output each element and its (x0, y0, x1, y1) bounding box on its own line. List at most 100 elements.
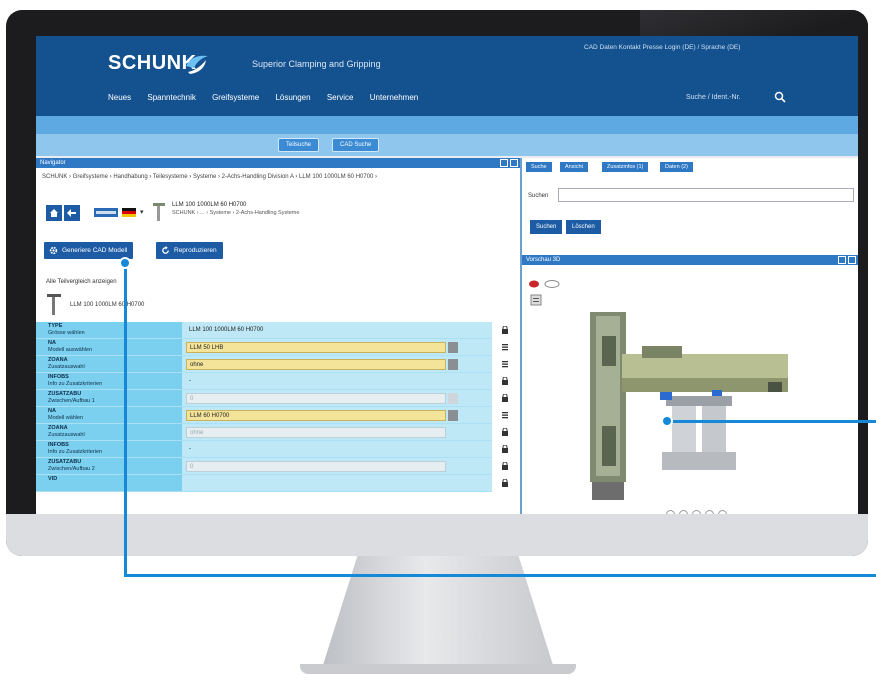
lock-icon (502, 479, 508, 487)
table-row: ZOANA Zusatzauswahl ohne (36, 356, 520, 373)
lock-icon (502, 394, 508, 402)
gear-icon (49, 246, 58, 255)
chevron-down-icon[interactable]: ▾ (140, 208, 144, 216)
nav-item[interactable]: Unternehmen (370, 93, 418, 102)
callout-line (124, 263, 127, 577)
row-value: - (189, 378, 191, 384)
page-dot[interactable] (666, 510, 675, 514)
tab-additional-info[interactable]: Zusatzinfos (1) (602, 162, 649, 172)
table-row: ZUSATZABU Zwischen/Aufbau 1 0 (36, 390, 520, 407)
minimize-icon[interactable] (838, 256, 846, 264)
model-select[interactable]: LLM 60 H0700 (186, 410, 446, 421)
lock-icon (502, 377, 508, 385)
page-dot[interactable] (679, 510, 688, 514)
screen: SCHUNK Superior Clamping and Gripping CA… (36, 36, 858, 514)
dropdown-arrow-icon[interactable] (448, 410, 458, 421)
row-subkey: Zwischen/Aufbau 2 (48, 466, 95, 472)
page-dot[interactable] (705, 510, 714, 514)
minimize-icon[interactable] (500, 159, 508, 167)
product-path[interactable]: SCHUNK › ... › Systeme › 2-Achs-Handling… (172, 210, 299, 216)
subnav-button-cad[interactable]: CAD Suche (332, 138, 380, 152)
nav-item[interactable]: Lösungen (275, 93, 310, 102)
row-subkey: Info zu Zusatzkriterien (48, 449, 103, 455)
breadcrumb[interactable]: SCHUNK › Greifsysteme › Handhabung › Tei… (42, 174, 377, 180)
model-select[interactable]: LLM 50 LHB (186, 342, 446, 353)
navigator-panel-header: Navigator (36, 158, 520, 168)
row-key: ZOANA (48, 425, 68, 431)
part-search-input[interactable] (558, 188, 854, 202)
monitor-stand-base (300, 664, 576, 674)
page-dot[interactable] (718, 510, 727, 514)
search-input[interactable]: Suche / Ident.-Nr. (686, 94, 740, 101)
row-key: NA (48, 408, 56, 414)
subnav-band (36, 134, 858, 156)
nav-item[interactable]: Neues (108, 93, 131, 102)
row-subkey: Modell auswählen (48, 347, 93, 353)
list-icon[interactable] (502, 411, 508, 419)
lock-icon (502, 428, 508, 436)
lock-icon (502, 445, 508, 453)
maximize-icon[interactable] (848, 256, 856, 264)
show-parts-link[interactable]: Alle Teilvergleich anzeigen (46, 279, 117, 285)
language-select-icon[interactable] (94, 208, 118, 217)
lock-icon (502, 326, 508, 334)
reproduce-label: Reproduzieren (174, 247, 217, 254)
row-value: 0 (186, 461, 446, 472)
monitor-stand (322, 556, 554, 668)
search-button[interactable]: Suchen (530, 220, 563, 234)
monitor-chin (6, 514, 868, 556)
part-thumbnail-icon (47, 294, 61, 315)
viewer-toolbar-icon[interactable] (528, 279, 562, 289)
table-row: INFOBS Info zu Zusatzkriterien - (36, 441, 520, 458)
search-label: Suchen (528, 193, 549, 199)
arrow-left-icon (67, 209, 76, 217)
list-icon[interactable] (502, 360, 508, 368)
row-subkey: Modell wählen (48, 415, 84, 421)
callout-line (124, 574, 876, 577)
viewer-settings-icon[interactable] (530, 294, 542, 306)
nav-item[interactable]: Service (327, 93, 354, 102)
row-key: ZUSATZABU (48, 391, 82, 397)
tab-data[interactable]: Daten (2) (660, 162, 693, 172)
tab-view[interactable]: Ansicht (560, 162, 589, 172)
row-subkey: Zusatzauswahl (48, 364, 85, 370)
dropdown-arrow-icon[interactable] (448, 342, 458, 353)
part-label: LLM 100 1000LM 60 H0700 (70, 302, 145, 308)
table-row: ZUSATZABU Zwischen/Aufbau 2 0 (36, 458, 520, 475)
tab-search[interactable]: Suche (526, 162, 552, 172)
maximize-icon[interactable] (510, 159, 518, 167)
list-icon[interactable] (502, 343, 508, 351)
table-row: NA Modell auswählen LLM 50 LHB (36, 339, 520, 356)
reset-button[interactable]: Löschen (566, 220, 601, 234)
row-value: ohne (186, 427, 446, 438)
subnav-button-parts[interactable]: Teilsuche (278, 138, 320, 152)
row-subkey: Zusatzauswahl (48, 432, 85, 438)
home-button[interactable] (46, 205, 62, 221)
row-key: ZOANA (48, 357, 68, 363)
option-select[interactable]: ohne (186, 359, 446, 370)
row-subkey: Info zu Zusatzkriterien (48, 381, 103, 387)
row-subkey: Zwischen/Aufbau 1 (48, 398, 95, 404)
generate-cad-button[interactable]: Generiere CAD Modell (44, 242, 134, 259)
row-key: INFOBS (48, 442, 69, 448)
product-thumbnail-icon (153, 203, 165, 221)
flag-germany-icon[interactable] (122, 208, 136, 217)
table-row: INFOBS Info zu Zusatzkriterien - (36, 373, 520, 390)
search-icon[interactable] (774, 91, 786, 103)
nav-item[interactable]: Spanntechnik (147, 93, 195, 102)
main-nav: Neues Spanntechnik Greifsysteme Lösungen… (108, 93, 432, 102)
row-key: ZUSATZABU (48, 459, 82, 465)
page-dot[interactable] (692, 510, 701, 514)
dropdown-arrow-icon[interactable] (448, 359, 458, 370)
row-key: VID (48, 476, 58, 482)
nav-item[interactable]: Greifsysteme (212, 93, 259, 102)
site-tagline: Superior Clamping and Gripping (252, 59, 381, 69)
callout-marker (661, 415, 673, 427)
table-row: ZOANA Zusatzauswahl ohne (36, 424, 520, 441)
product-title: LLM 100 1000LM 60 H0700 (172, 202, 247, 208)
top-links[interactable]: CAD Daten Kontakt Presse Login (DE) / Sp… (584, 44, 740, 51)
reproduce-button[interactable]: Reproduzieren (156, 242, 223, 259)
back-button[interactable] (64, 205, 80, 221)
schunk-logo-icon (186, 55, 208, 74)
callout-line (668, 420, 876, 423)
